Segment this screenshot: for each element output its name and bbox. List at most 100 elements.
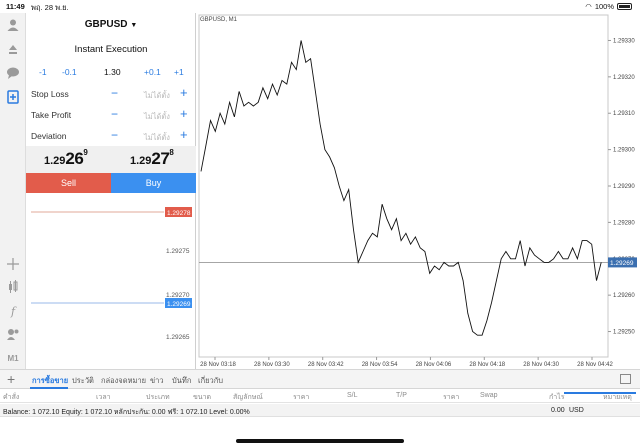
execution-type[interactable]: Instant Execution: [26, 44, 196, 55]
bottom-tabs-bar: + การซื้อขาย ประวัติ กล่องจดหมาย ข่าว บั…: [0, 369, 640, 389]
symbol-name: GBPUSD: [84, 19, 128, 30]
chart-type-icon[interactable]: [5, 279, 21, 295]
take-profit-plus-button[interactable]: +: [180, 106, 188, 121]
balance-currency: USD: [569, 407, 584, 414]
deviation-label: Deviation: [31, 131, 67, 141]
y-tick-label: 1.29310: [613, 111, 635, 117]
order-panel: GBPUSD ▼ Instant Execution -1 -0.1 1.30 …: [26, 13, 196, 369]
stop-loss-plus-button[interactable]: +: [180, 85, 188, 100]
col-type: ประเภท: [146, 394, 170, 401]
depth-level-label: 1.29265: [166, 334, 190, 341]
column-accent-line: [564, 392, 636, 394]
balance-row: Balance: 1 072.10 Equity: 1 072.10 หลักป…: [0, 404, 640, 417]
add-icon[interactable]: +: [7, 371, 15, 387]
tab-history[interactable]: ประวัติ: [72, 375, 94, 387]
y-tick-label: 1.29330: [613, 38, 635, 44]
y-tick-label: 1.29290: [613, 184, 635, 190]
x-tick-label: 28 Nov 03:54: [362, 362, 398, 368]
take-profit-row: Take Profit − ไม่ได้ตั้ง +: [26, 106, 196, 126]
expand-panel-icon[interactable]: [620, 374, 631, 384]
stop-loss-row: Stop Loss − ไม่ได้ตั้ง +: [26, 85, 196, 105]
ask-price: 1.29278: [130, 148, 174, 169]
ask-price-sup: 8: [169, 148, 174, 157]
volume-steps: -1 -0.1 1.30 +0.1 +1: [26, 67, 196, 79]
col-sl: S/L: [347, 392, 358, 399]
status-time: 11:49: [6, 2, 25, 11]
objects-icon[interactable]: [5, 326, 21, 342]
ask-price-big: 27: [151, 149, 170, 168]
wifi-icon: ◠: [585, 2, 592, 11]
left-toolbar: f M1: [0, 13, 26, 369]
symbol-selector[interactable]: GBPUSD ▼: [26, 19, 196, 30]
x-tick-label: 28 Nov 03:30: [254, 362, 290, 368]
price-quotes: 1.29269 1.29278: [26, 146, 196, 173]
app-root: 11:49 พฤ. 28 พ.ย. ◠ 100% f M1 GBPUSD ▼ I…: [0, 0, 640, 447]
take-profit-minus-button[interactable]: −: [111, 107, 118, 121]
col-tp: T/P: [396, 392, 407, 399]
x-tick-label: 28 Nov 03:18: [200, 362, 236, 368]
tab-news[interactable]: ข่าว: [150, 375, 164, 387]
tab-journal[interactable]: บันทึก: [172, 375, 191, 387]
y-tick-label: 1.29250: [613, 330, 635, 336]
stop-loss-label: Stop Loss: [31, 89, 69, 99]
status-bar: 11:49 พฤ. 28 พ.ย. ◠ 100%: [0, 0, 640, 13]
y-tick-label: 1.29300: [613, 148, 635, 154]
col-symbol: สัญลักษณ์: [233, 394, 263, 401]
x-tick-label: 28 Nov 04:30: [523, 362, 559, 368]
ask-level-price: 1.29278: [167, 210, 191, 217]
tab-mailbox[interactable]: กล่องจดหมาย: [101, 375, 146, 387]
account-icon[interactable]: [5, 17, 21, 33]
y-tick-label: 1.29260: [613, 293, 635, 299]
trade-table-header: คำสั่ง เวลา ประเภท ขนาด สัญลักษณ์ ราคา S…: [0, 389, 640, 403]
deviation-value[interactable]: ไม่ได้ตั้ง: [144, 132, 170, 144]
stop-loss-minus-button[interactable]: −: [111, 86, 118, 100]
col-time: เวลา: [96, 394, 111, 401]
bid-level-price: 1.29269: [167, 301, 191, 308]
volume-value[interactable]: 1.30: [104, 67, 121, 77]
buy-button[interactable]: Buy: [111, 173, 196, 193]
volume-plus-01-button[interactable]: +0.1: [144, 67, 161, 77]
volume-minus-01-button[interactable]: -0.1: [62, 67, 77, 77]
col-size: ขนาด: [193, 394, 212, 401]
battery-icon: [617, 3, 632, 10]
status-right: ◠ 100%: [585, 2, 632, 11]
indicators-icon[interactable]: f: [5, 303, 21, 319]
bid-price-prefix: 1.29: [44, 155, 66, 167]
chart-title: GBPUSD, M1: [200, 17, 238, 23]
volume-plus-1-button[interactable]: +1: [174, 67, 184, 77]
take-profit-label: Take Profit: [31, 110, 72, 120]
sell-button[interactable]: Sell: [26, 173, 111, 193]
new-order-icon[interactable]: [5, 89, 21, 105]
ask-price-prefix: 1.29: [130, 155, 152, 167]
x-tick-label: 28 Nov 04:42: [577, 362, 613, 368]
y-axis: 1.29330 1.29320 1.29310 1.29300 1.29290 1.292…: [608, 38, 635, 336]
y-tick-label: 1.29320: [613, 75, 635, 81]
take-profit-value[interactable]: ไม่ได้ตั้ง: [144, 111, 170, 123]
current-price-label: 1.29269: [610, 260, 634, 267]
volume-minus-1-button[interactable]: -1: [39, 67, 47, 77]
deviation-minus-button[interactable]: −: [111, 128, 118, 142]
tab-trade[interactable]: การซื้อขาย: [32, 375, 68, 387]
tab-about[interactable]: เกี่ยวกับ: [198, 375, 223, 387]
col-price-current: ราคา: [443, 394, 460, 401]
x-tick-label: 28 Nov 04:06: [416, 362, 452, 368]
battery-percent: 100%: [594, 2, 614, 11]
x-axis: 28 Nov 03:18 28 Nov 03:30 28 Nov 03:42 28 N…: [200, 357, 614, 368]
balance-profit: 0.00: [551, 407, 565, 414]
crosshair-icon[interactable]: [5, 256, 21, 272]
timeframe-m1-icon[interactable]: M1: [5, 350, 21, 366]
y-tick-label: 1.29280: [613, 220, 635, 226]
chart-plot-frame: [198, 14, 609, 358]
stop-loss-value[interactable]: ไม่ได้ตั้ง: [144, 90, 170, 102]
price-chart[interactable]: GBPUSD, M1 1.293301.293201.293101.293001…: [197, 13, 640, 369]
balance-summary: Balance: 1 072.10 Equity: 1 072.10 หลักป…: [3, 409, 250, 416]
trade-arrows-icon[interactable]: [5, 41, 21, 57]
x-tick-label: 28 Nov 04:18: [469, 362, 505, 368]
x-tick-label: 28 Nov 03:42: [308, 362, 344, 368]
home-indicator[interactable]: [236, 439, 404, 443]
deviation-plus-button[interactable]: +: [180, 127, 188, 142]
bid-price: 1.29269: [44, 148, 88, 169]
depth-level-label: 1.29270: [166, 292, 190, 299]
chat-icon[interactable]: [5, 65, 21, 81]
col-order: คำสั่ง: [3, 394, 20, 401]
